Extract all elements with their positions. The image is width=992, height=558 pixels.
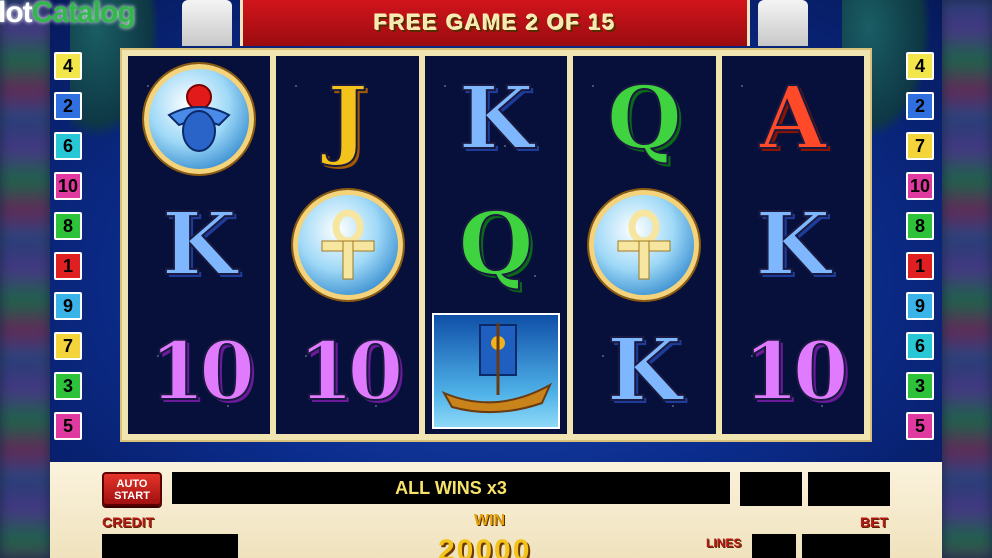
site-logo: lotCatalog [0, 0, 136, 30]
info-display [808, 472, 890, 506]
reel-cell: K [128, 182, 270, 308]
logo-text-accent: Catalog [31, 0, 136, 29]
win-value: 20000 [438, 534, 532, 558]
payline-left-badge: 5 [54, 412, 82, 440]
payline-right-badge: 7 [906, 132, 934, 160]
symbol-j: J [326, 68, 369, 169]
symbol-10: 10 [742, 324, 849, 418]
credit-value [102, 534, 238, 558]
payline-right-badge: 3 [906, 372, 934, 400]
reel-1: K 10 [128, 56, 271, 434]
reel-cell: Q [573, 56, 715, 182]
info-display [740, 472, 802, 506]
symbol-k: K [754, 194, 831, 295]
reel-3: KQ [424, 56, 568, 434]
game-area: FREE GAME 2 OF 15 4 2 6 10 8 1 9 7 3 5 4 2 7 10 8 1 9 6 3… [50, 0, 942, 558]
payline-right-badge: 4 [906, 52, 934, 80]
reel-5: A K 10 [721, 56, 865, 434]
payline-right-badge: 9 [906, 292, 934, 320]
payline-left-badge: 6 [54, 132, 82, 160]
auto-start-button[interactable]: AUTO START [102, 472, 162, 506]
logo-text: lot [0, 0, 33, 29]
bet-label: BET [860, 514, 888, 530]
paylines-left: 4 2 6 10 8 1 9 7 3 5 [54, 52, 86, 452]
boat-symbol-icon [432, 313, 561, 429]
payline-left-badge: 9 [54, 292, 82, 320]
payline-right-badge: 6 [906, 332, 934, 360]
lines-label: LINES [706, 536, 742, 550]
lines-value[interactable] [752, 534, 796, 558]
reel-cell [276, 182, 418, 308]
scarab-symbol-icon [144, 64, 255, 174]
payline-left-badge: 8 [54, 212, 82, 240]
reel-4: QK [573, 56, 716, 434]
reel-cell [573, 182, 715, 308]
reel-cell: 10 [276, 308, 418, 434]
symbol-10: 10 [149, 324, 256, 418]
sphinx-statue [182, 0, 232, 46]
paylines-right: 4 2 7 10 8 1 9 6 3 5 [906, 52, 938, 452]
symbol-k: K [458, 68, 535, 169]
symbol-k: K [161, 194, 238, 295]
reel-cell: A [722, 56, 864, 182]
reel-cell: K [573, 308, 715, 434]
message-display: ALL WINS x3 [172, 472, 730, 504]
left-blurred-background [0, 0, 50, 558]
credit-label: CREDIT [102, 514, 155, 530]
ankh-symbol-icon [589, 190, 700, 300]
payline-left-badge: 4 [54, 52, 82, 80]
control-panel: AUTO START ALL WINS x3 CREDIT WIN 20000 … [50, 462, 942, 558]
win-label: WIN [474, 512, 506, 529]
reel-cell: J [276, 56, 418, 182]
ankh-symbol-icon [292, 190, 403, 300]
payline-right-badge: 10 [906, 172, 934, 200]
payline-left-badge: 3 [54, 372, 82, 400]
reel-cell: 10 [128, 308, 270, 434]
symbol-10: 10 [297, 324, 404, 418]
free-game-banner: FREE GAME 2 OF 15 [240, 0, 750, 46]
sphinx-statue [758, 0, 808, 46]
payline-left-badge: 2 [54, 92, 82, 120]
reels-grid: K 10 J 10 K Q Q K A K 10 [120, 48, 872, 442]
payline-right-badge: 1 [906, 252, 934, 280]
payline-left-badge: 10 [54, 172, 82, 200]
reel-cell [128, 56, 270, 182]
symbol-a: A [758, 68, 827, 169]
payline-left-badge: 7 [54, 332, 82, 360]
banner-text: FREE GAME 2 OF 15 [374, 10, 616, 35]
symbol-q: Q [606, 68, 683, 169]
payline-right-badge: 2 [906, 92, 934, 120]
symbol-q: Q [458, 194, 535, 295]
payline-right-badge: 8 [906, 212, 934, 240]
reel-cell: K [425, 56, 567, 182]
reel-cell: K [722, 182, 864, 308]
payline-left-badge: 1 [54, 252, 82, 280]
reel-cell: Q [425, 182, 567, 308]
bet-value[interactable] [802, 534, 890, 558]
reel-cell [425, 308, 567, 434]
reel-2: J 10 [276, 56, 419, 434]
symbol-k: K [606, 320, 683, 421]
reel-cell: 10 [722, 308, 864, 434]
right-blurred-background [942, 0, 992, 558]
payline-right-badge: 5 [906, 412, 934, 440]
